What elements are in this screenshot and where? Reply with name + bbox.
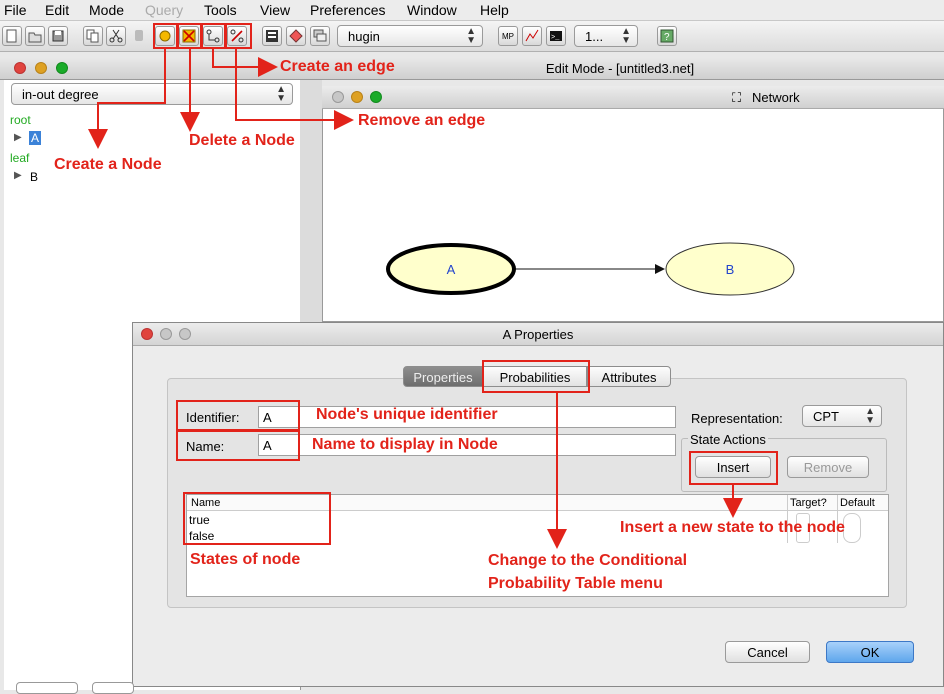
annotation-create-edge: Create an edge — [280, 58, 395, 75]
annotation-arrows — [88, 49, 743, 549]
annotation-identifier: Node's unique identifier — [316, 406, 498, 423]
annotation-cpt-line1: Change to the Conditional — [488, 552, 688, 569]
annotation-create-node: Create a Node — [54, 156, 162, 173]
annotation-states: States of node — [190, 551, 301, 568]
annotation-insert-state: Insert a new state to the node — [620, 519, 845, 536]
annotation-display-name: Name to display in Node — [312, 436, 498, 453]
annotation-remove-edge: Remove an edge — [358, 112, 486, 129]
annotation-cpt-line2: Probability Table menu — [488, 575, 663, 592]
annotation-delete-node: Delete a Node — [189, 132, 295, 149]
